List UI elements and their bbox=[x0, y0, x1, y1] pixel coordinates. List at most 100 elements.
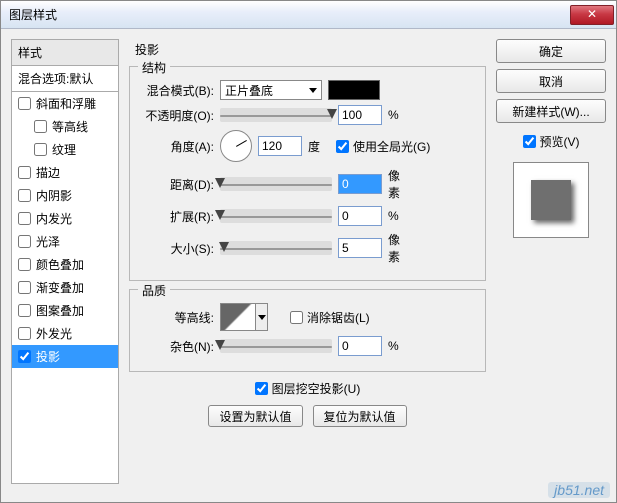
style-item[interactable]: 颜色叠加 bbox=[12, 253, 118, 276]
opacity-unit: % bbox=[388, 108, 410, 122]
chevron-down-icon bbox=[258, 315, 266, 320]
blend-mode-label: 混合模式(B): bbox=[140, 82, 214, 99]
style-item[interactable]: 斜面和浮雕 bbox=[12, 92, 118, 115]
reset-default-button[interactable]: 复位为默认值 bbox=[313, 405, 407, 427]
structure-fieldset: 结构 混合模式(B): 正片叠底 不透明度(O): % 角度(A bbox=[129, 66, 486, 281]
distance-slider[interactable] bbox=[220, 177, 332, 191]
noise-slider[interactable] bbox=[220, 339, 332, 353]
size-label: 大小(S): bbox=[140, 240, 214, 257]
size-input[interactable] bbox=[338, 238, 382, 258]
structure-legend: 结构 bbox=[138, 59, 170, 76]
knockout-input[interactable] bbox=[255, 382, 268, 395]
spread-input[interactable] bbox=[338, 206, 382, 226]
noise-unit: % bbox=[388, 339, 410, 353]
ok-button[interactable]: 确定 bbox=[496, 39, 606, 63]
spread-unit: % bbox=[388, 209, 410, 223]
style-item-label: 内阴影 bbox=[36, 187, 72, 204]
style-item-checkbox[interactable] bbox=[18, 327, 31, 340]
style-item-checkbox[interactable] bbox=[34, 120, 47, 133]
sidebar-blend-defaults[interactable]: 混合选项:默认 bbox=[11, 66, 119, 92]
styles-sidebar: 样式 混合选项:默认 斜面和浮雕等高线纹理描边内阴影内发光光泽颜色叠加渐变叠加图… bbox=[11, 39, 119, 492]
size-slider[interactable] bbox=[220, 241, 332, 255]
style-item-label: 描边 bbox=[36, 164, 60, 181]
spread-slider[interactable] bbox=[220, 209, 332, 223]
angle-dial[interactable] bbox=[220, 130, 252, 162]
style-item[interactable]: 光泽 bbox=[12, 230, 118, 253]
style-item-checkbox[interactable] bbox=[18, 281, 31, 294]
set-default-button[interactable]: 设置为默认值 bbox=[208, 405, 302, 427]
style-item-checkbox[interactable] bbox=[18, 304, 31, 317]
close-button[interactable]: ✕ bbox=[570, 5, 614, 25]
dialog-title: 图层样式 bbox=[9, 6, 570, 23]
cancel-button[interactable]: 取消 bbox=[496, 69, 606, 93]
blend-mode-combo[interactable]: 正片叠底 bbox=[220, 80, 322, 100]
antialias-input[interactable] bbox=[290, 311, 303, 324]
style-item-label: 外发光 bbox=[36, 325, 72, 342]
style-item[interactable]: 描边 bbox=[12, 161, 118, 184]
style-item-label: 投影 bbox=[36, 348, 60, 365]
opacity-slider[interactable] bbox=[220, 108, 332, 122]
contour-picker[interactable] bbox=[220, 303, 256, 331]
style-item-label: 内发光 bbox=[36, 210, 72, 227]
opacity-label: 不透明度(O): bbox=[140, 107, 214, 124]
style-item[interactable]: 渐变叠加 bbox=[12, 276, 118, 299]
angle-unit: 度 bbox=[308, 138, 330, 155]
shadow-color-swatch[interactable] bbox=[328, 80, 380, 100]
contour-dropdown[interactable] bbox=[256, 303, 268, 331]
angle-input[interactable] bbox=[258, 136, 302, 156]
knockout-checkbox[interactable]: 图层挖空投影(U) bbox=[255, 380, 361, 397]
style-item-label: 纹理 bbox=[52, 141, 76, 158]
new-style-button[interactable]: 新建样式(W)... bbox=[496, 99, 606, 123]
opacity-input[interactable] bbox=[338, 105, 382, 125]
style-item-checkbox[interactable] bbox=[18, 212, 31, 225]
knockout-label: 图层挖空投影(U) bbox=[272, 380, 361, 397]
style-item-checkbox[interactable] bbox=[34, 143, 47, 156]
use-global-light-label: 使用全局光(G) bbox=[353, 138, 430, 155]
close-icon: ✕ bbox=[587, 7, 597, 21]
preview-input[interactable] bbox=[523, 135, 536, 148]
use-global-light-checkbox[interactable]: 使用全局光(G) bbox=[336, 138, 430, 155]
preview-label: 预览(V) bbox=[540, 133, 580, 150]
style-item-label: 斜面和浮雕 bbox=[36, 95, 96, 112]
style-item[interactable]: 内阴影 bbox=[12, 184, 118, 207]
style-item-checkbox[interactable] bbox=[18, 166, 31, 179]
sidebar-header: 样式 bbox=[11, 39, 119, 66]
chevron-down-icon bbox=[309, 88, 317, 93]
style-item[interactable]: 外发光 bbox=[12, 322, 118, 345]
quality-legend: 品质 bbox=[138, 282, 170, 299]
preview-box bbox=[513, 162, 589, 238]
dialog-actions: 确定 取消 新建样式(W)... 预览(V) bbox=[496, 39, 606, 492]
preview-checkbox[interactable]: 预览(V) bbox=[496, 133, 606, 150]
style-item-label: 图案叠加 bbox=[36, 302, 84, 319]
noise-label: 杂色(N): bbox=[140, 338, 214, 355]
style-item-checkbox[interactable] bbox=[18, 189, 31, 202]
antialias-checkbox[interactable]: 消除锯齿(L) bbox=[290, 309, 370, 326]
spread-label: 扩展(R): bbox=[140, 208, 214, 225]
style-item-label: 等高线 bbox=[52, 118, 88, 135]
style-item-label: 光泽 bbox=[36, 233, 60, 250]
section-title: 投影 bbox=[129, 39, 486, 66]
angle-label: 角度(A): bbox=[140, 138, 214, 155]
quality-fieldset: 品质 等高线: 消除锯齿(L) 杂色(N): bbox=[129, 289, 486, 372]
style-item-checkbox[interactable] bbox=[18, 97, 31, 110]
style-item[interactable]: 纹理 bbox=[12, 138, 118, 161]
style-list: 斜面和浮雕等高线纹理描边内阴影内发光光泽颜色叠加渐变叠加图案叠加外发光投影 bbox=[11, 92, 119, 484]
settings-panel: 投影 结构 混合模式(B): 正片叠底 不透明度(O): % bbox=[129, 39, 486, 492]
style-item-label: 颜色叠加 bbox=[36, 256, 84, 273]
use-global-light-input[interactable] bbox=[336, 140, 349, 153]
noise-input[interactable] bbox=[338, 336, 382, 356]
size-unit: 像素 bbox=[388, 231, 410, 265]
style-item-checkbox[interactable] bbox=[18, 258, 31, 271]
distance-unit: 像素 bbox=[388, 167, 410, 201]
style-item-label: 渐变叠加 bbox=[36, 279, 84, 296]
layer-style-dialog: 图层样式 ✕ 样式 混合选项:默认 斜面和浮雕等高线纹理描边内阴影内发光光泽颜色… bbox=[0, 0, 617, 503]
distance-input[interactable] bbox=[338, 174, 382, 194]
watermark: jb51.net bbox=[548, 482, 610, 498]
style-item[interactable]: 内发光 bbox=[12, 207, 118, 230]
style-item-checkbox[interactable] bbox=[18, 235, 31, 248]
style-item[interactable]: 图案叠加 bbox=[12, 299, 118, 322]
style-item[interactable]: 投影 bbox=[12, 345, 118, 368]
contour-label: 等高线: bbox=[140, 309, 214, 326]
style-item[interactable]: 等高线 bbox=[12, 115, 118, 138]
style-item-checkbox[interactable] bbox=[18, 350, 31, 363]
